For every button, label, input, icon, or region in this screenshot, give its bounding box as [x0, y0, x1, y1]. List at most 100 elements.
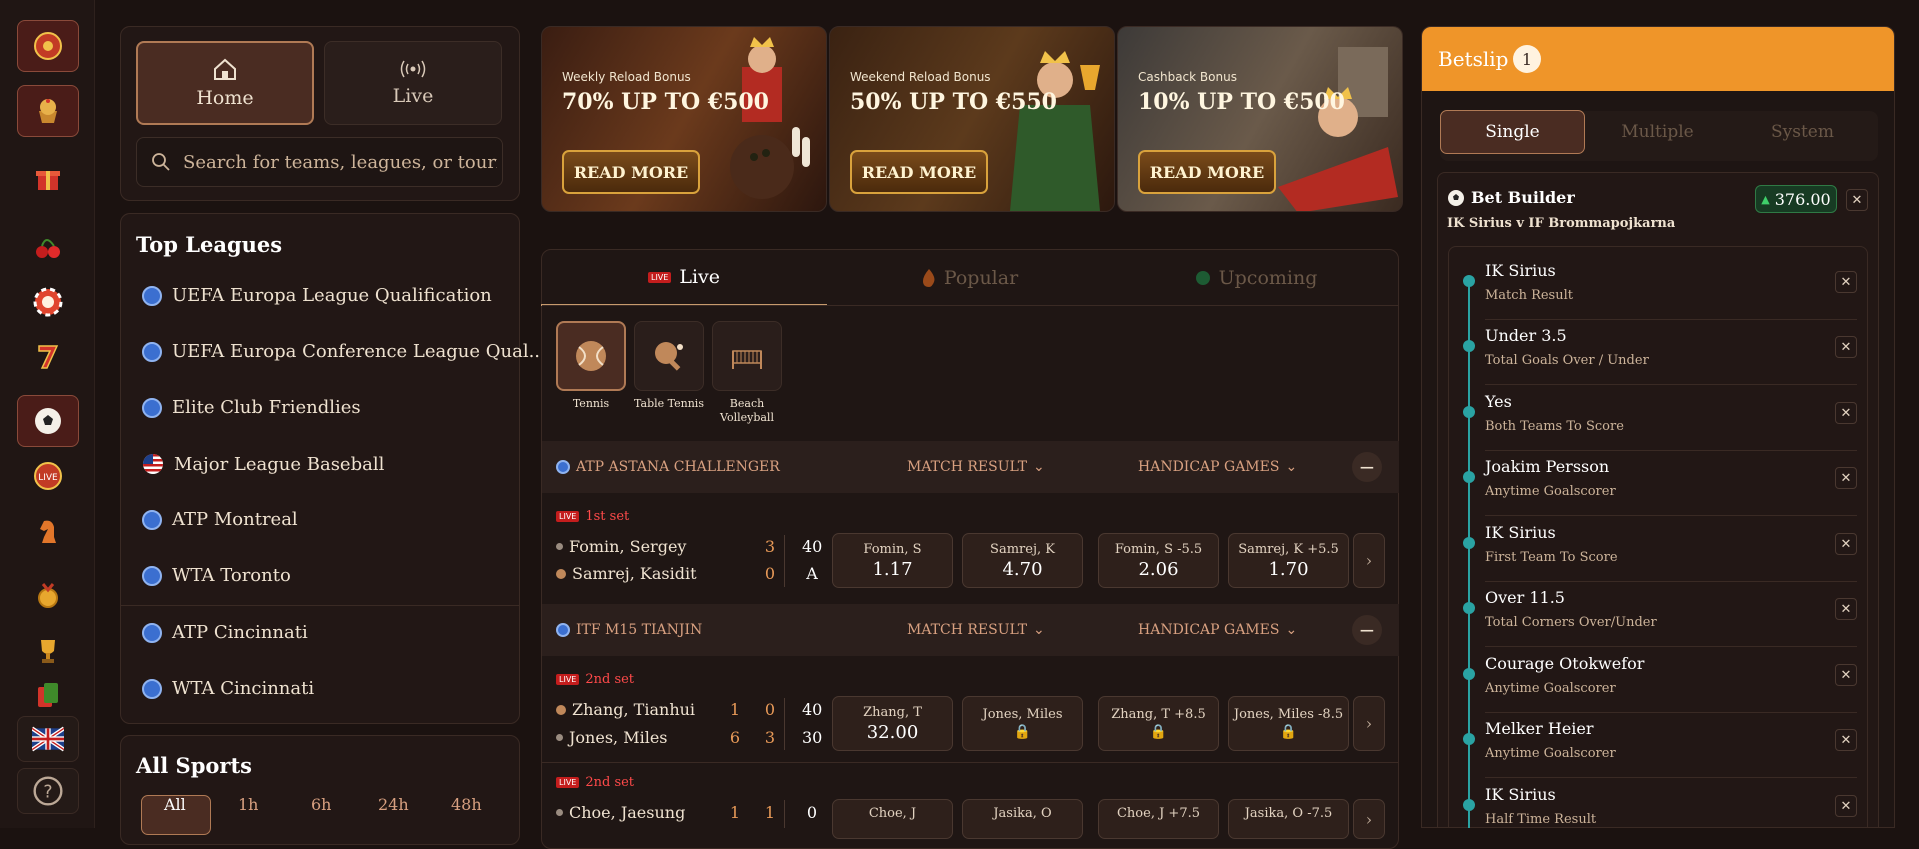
gift-icon[interactable] [17, 152, 79, 204]
king-bowling-illustration [730, 37, 810, 199]
league-item[interactable]: UEFA Europa League Qualification [142, 285, 492, 306]
remove-selection-button[interactable]: ✕ [1835, 795, 1857, 817]
betslip-tab-system[interactable]: System [1730, 110, 1875, 154]
globe-icon [556, 623, 570, 637]
banner-cashback[interactable]: Cashback Bonus 10% UP TO €500 READ MORE [1117, 26, 1403, 212]
odds-button[interactable]: Samrej, K 4.70 [962, 533, 1083, 588]
selection-market: Anytime Goalscorer [1485, 746, 1616, 761]
betslip-tab-multiple[interactable]: Multiple [1585, 110, 1730, 154]
banner-weekend-reload[interactable]: Weekend Reload Bonus 50% UP TO €550 READ… [829, 26, 1115, 212]
remove-selection-button[interactable]: ✕ [1835, 336, 1857, 358]
collapse-button[interactable]: − [1352, 452, 1382, 482]
more-markets-button[interactable]: › [1353, 696, 1385, 751]
trophy-icon[interactable] [17, 625, 79, 677]
live-nav-button[interactable]: Live [324, 41, 502, 125]
medal-icon[interactable] [17, 570, 79, 622]
home-button[interactable]: Home [136, 41, 314, 125]
lock-icon: 🔒 [1279, 724, 1298, 740]
roulette-icon[interactable] [17, 20, 79, 72]
seven-icon[interactable] [17, 330, 79, 382]
league-item[interactable]: UEFA Europa Conference League Qual... [142, 341, 546, 362]
odds-button[interactable]: Choe, J +7.5 [1098, 799, 1219, 839]
odds-label: Samrej, K [990, 541, 1055, 557]
sport-beach-volleyball[interactable] [712, 321, 782, 391]
live-badge: LIVE [556, 511, 580, 522]
market-dropdown-match-result[interactable]: MATCH RESULT ⌄ [907, 622, 1045, 638]
sport-table-tennis[interactable] [634, 321, 704, 391]
cherry-icon[interactable] [17, 220, 79, 272]
filter-1h[interactable]: 1h [238, 795, 258, 814]
odds-label: Choe, J [868, 806, 917, 821]
odds-button[interactable]: Zhang, T 32.00 [832, 696, 953, 751]
tab-popular[interactable]: Popular [827, 250, 1113, 306]
banner-subtitle: Cashback Bonus [1138, 70, 1237, 84]
match-status: LIVE 2nd set [556, 775, 634, 790]
read-more-button[interactable]: READ MORE [1138, 150, 1276, 194]
betslip-tab-single[interactable]: Single [1440, 110, 1585, 154]
divider [784, 800, 785, 828]
odds-button[interactable]: Jasika, O -7.5 [1228, 799, 1349, 839]
market-dropdown-handicap[interactable]: HANDICAP GAMES ⌄ [1138, 622, 1297, 638]
remove-selection-button[interactable]: ✕ [1835, 402, 1857, 424]
odds-button[interactable]: Samrej, K +5.5 1.70 [1228, 533, 1349, 588]
point-score: 30 [802, 728, 823, 747]
betslip-count-badge: 1 [1513, 45, 1541, 73]
selection-market: Total Goals Over / Under [1485, 353, 1649, 368]
league-item[interactable]: Elite Club Friendlies [142, 397, 361, 418]
odds-button[interactable]: Choe, J [832, 799, 953, 839]
collapse-button[interactable]: − [1352, 615, 1382, 645]
league-item[interactable]: ATP Cincinnati [142, 622, 308, 643]
league-item[interactable]: WTA Cincinnati [142, 678, 314, 699]
selection-name: IK Sirius [1485, 785, 1556, 804]
market-dropdown-handicap[interactable]: HANDICAP GAMES ⌄ [1138, 459, 1297, 475]
ping-pong-icon [655, 342, 683, 371]
remove-selection-button[interactable]: ✕ [1835, 664, 1857, 686]
question-icon[interactable]: ? [17, 768, 79, 814]
league-item[interactable]: Major League Baseball [142, 453, 384, 475]
cards-icon[interactable] [17, 680, 79, 710]
more-markets-button[interactable]: › [1353, 799, 1385, 839]
timeline-dot [1463, 340, 1475, 352]
selection-market: Match Result [1485, 288, 1573, 303]
set-score: 0 [764, 564, 776, 583]
search-input[interactable] [181, 150, 499, 174]
remove-selection-button[interactable]: ✕ [1835, 533, 1857, 555]
filter-24h[interactable]: 24h [378, 795, 409, 814]
odds-button[interactable]: Jasika, O [962, 799, 1083, 839]
odds-label: Zhang, T [863, 704, 922, 720]
tab-upcoming[interactable]: Upcoming [1113, 250, 1399, 306]
betslip-header[interactable]: Betslip 1 [1422, 27, 1894, 91]
league-item[interactable]: WTA Toronto [142, 565, 291, 586]
more-markets-button[interactable]: › [1353, 533, 1385, 588]
live-icon[interactable]: LIVE [17, 450, 79, 502]
read-more-button[interactable]: READ MORE [850, 150, 988, 194]
odds-button[interactable]: Fomin, S 1.17 [832, 533, 953, 588]
soccer-ball-icon[interactable] [17, 395, 79, 447]
chip-icon[interactable] [17, 276, 79, 328]
remove-bet-button[interactable]: ✕ [1846, 189, 1868, 211]
odds-button[interactable]: Fomin, S -5.5 2.06 [1098, 533, 1219, 588]
filter-6h[interactable]: 6h [311, 795, 331, 814]
filter-48h[interactable]: 48h [451, 795, 482, 814]
remove-selection-button[interactable]: ✕ [1835, 271, 1857, 293]
lock-icon: 🔒 [1013, 724, 1032, 740]
tab-live[interactable]: LIVE Live [541, 250, 827, 306]
remove-selection-button[interactable]: ✕ [1835, 729, 1857, 751]
chess-knight-icon[interactable] [17, 505, 79, 557]
timeline-dot [1463, 799, 1475, 811]
volleyball-net-icon [732, 350, 762, 369]
selection-name: IK Sirius [1485, 261, 1556, 280]
league-item[interactable]: ATP Montreal [142, 509, 298, 530]
odds-button-locked: Jones, Miles -8.5 🔒 [1228, 696, 1349, 751]
sport-tennis[interactable] [556, 321, 626, 391]
read-more-button[interactable]: READ MORE [562, 150, 700, 194]
point-score: 40 [802, 537, 823, 556]
player-name: Samrej, Kasidit [572, 564, 697, 583]
market-dropdown-match-result[interactable]: MATCH RESULT ⌄ [907, 459, 1045, 475]
league-label: ATP Cincinnati [172, 622, 308, 643]
uk-flag-icon[interactable] [17, 716, 79, 762]
remove-selection-button[interactable]: ✕ [1835, 598, 1857, 620]
remove-selection-button[interactable]: ✕ [1835, 467, 1857, 489]
cupcake-icon[interactable] [17, 85, 79, 137]
banner-weekly-reload[interactable]: Weekly Reload Bonus 70% UP TO €500 READ … [541, 26, 827, 212]
